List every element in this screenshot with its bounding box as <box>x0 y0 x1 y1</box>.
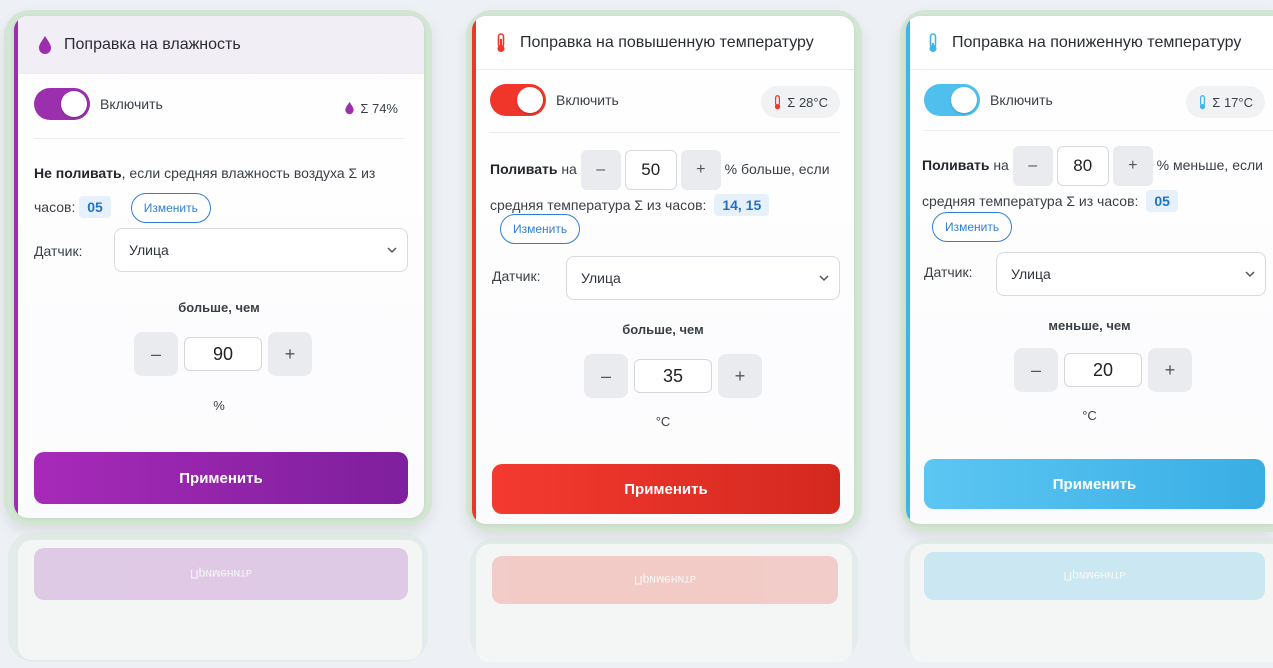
threshold-stepper: – 20 + <box>1014 348 1192 392</box>
hours-badge: 05 <box>1146 190 1178 212</box>
card-header: Поправка на повышенную температуру <box>472 16 854 70</box>
drop-icon <box>345 101 354 115</box>
compare-label: меньше, чем <box>1048 318 1131 333</box>
badge-value: Σ 74% <box>360 100 398 116</box>
condition-suffix: % больше, если <box>724 161 830 177</box>
high-temp-card: Поправка на повышенную температуру Включ… <box>472 16 854 524</box>
amount-increment-button[interactable]: + <box>680 150 721 191</box>
card-title: Поправка на пониженную температуру <box>952 33 1242 51</box>
change-hours-button[interactable]: Изменить <box>932 212 1013 242</box>
toggle-label: Включить <box>100 96 163 112</box>
hours-badge: 14, 15 <box>714 194 770 216</box>
sensor-select-value: Улица <box>581 270 621 286</box>
enable-toggle[interactable] <box>924 84 980 116</box>
apply-button[interactable]: Применить <box>924 459 1265 509</box>
increment-button[interactable]: + <box>1148 348 1192 392</box>
sensor-select[interactable]: Улица <box>114 228 408 272</box>
apply-button[interactable]: Применить <box>34 452 408 504</box>
increment-button[interactable]: + <box>718 354 762 398</box>
enable-toggle[interactable] <box>490 84 546 116</box>
condition-keyword: Не поливать <box>34 165 122 181</box>
enable-toggle[interactable] <box>34 88 90 120</box>
thermometer-cold-icon <box>1200 94 1206 109</box>
toggle-label: Включить <box>990 92 1053 108</box>
card-header: Поправка на влажность <box>14 16 424 74</box>
sensor-select[interactable]: Улица <box>996 252 1266 296</box>
apply-button-reflection: Применить <box>34 548 408 600</box>
card-accent-bar <box>906 16 910 524</box>
badge-value: Σ 17°C <box>1212 94 1253 110</box>
card-header: Поправка на пониженную температуру <box>906 16 1273 70</box>
thermometer-cold-icon <box>924 32 942 54</box>
apply-button-reflection: Применить <box>924 552 1265 600</box>
threshold-stepper: – 35 + <box>584 354 762 398</box>
sensor-label: Датчик: <box>34 243 83 259</box>
threshold-value[interactable]: 20 <box>1064 353 1142 387</box>
compare-label: больше, чем <box>178 300 260 315</box>
status-badge: Σ 17°C <box>1186 86 1265 118</box>
card-accent-bar <box>472 16 476 524</box>
card-accent-bar <box>14 16 18 518</box>
unit-label: % <box>213 398 225 413</box>
divider <box>490 132 840 133</box>
condition-suffix: % меньше, если <box>1156 157 1263 173</box>
amount-decrement-button[interactable]: – <box>580 150 621 191</box>
change-hours-button[interactable]: Изменить <box>130 193 211 224</box>
badge-value: Σ 28°C <box>787 94 828 110</box>
threshold-stepper: – 90 + <box>134 332 312 376</box>
condition-keyword: Поливать <box>922 157 990 173</box>
condition-text: Не поливать, если средняя влажность возд… <box>34 156 414 224</box>
increment-button[interactable]: + <box>268 332 312 376</box>
condition-keyword: Поливать <box>490 161 558 177</box>
hours-badge: 05 <box>79 196 111 218</box>
decrement-button[interactable]: – <box>1014 348 1058 392</box>
toggle-label: Включить <box>556 92 619 108</box>
card-title: Поправка на повышенную температуру <box>520 33 814 51</box>
humidity-card: Поправка на влажность Включить Σ 74% Не … <box>14 16 424 518</box>
apply-button-reflection: Применить <box>492 556 838 604</box>
divider <box>924 130 1273 131</box>
amount-value[interactable]: 80 <box>1056 146 1109 187</box>
divider <box>34 138 404 139</box>
condition-prefix: на <box>993 157 1009 173</box>
status-badge: Σ 74% <box>332 92 410 124</box>
low-temp-card: Поправка на пониженную температуру Включ… <box>906 16 1273 524</box>
drop-icon <box>36 34 54 56</box>
condition-description: средняя температура Σ из часов: <box>490 197 707 213</box>
amount-value[interactable]: 50 <box>624 150 677 191</box>
sensor-select[interactable]: Улица <box>566 256 840 300</box>
decrement-button[interactable]: – <box>584 354 628 398</box>
unit-label: °C <box>655 414 671 429</box>
apply-button[interactable]: Применить <box>492 464 840 514</box>
status-badge: Σ 28°C <box>761 86 840 118</box>
sensor-label: Датчик: <box>924 264 973 280</box>
threshold-value[interactable]: 35 <box>634 359 712 393</box>
chevron-down-icon <box>1245 271 1255 278</box>
threshold-value[interactable]: 90 <box>184 337 262 371</box>
card-title: Поправка на влажность <box>64 35 241 53</box>
amount-decrement-button[interactable]: – <box>1012 146 1053 187</box>
chevron-down-icon <box>387 247 397 254</box>
decrement-button[interactable]: – <box>134 332 178 376</box>
chevron-down-icon <box>819 275 829 282</box>
unit-label: °C <box>1082 408 1097 423</box>
condition-text: Поливать на –80 + % меньше, если <box>922 144 1272 187</box>
sensor-select-value: Улица <box>129 242 169 258</box>
thermometer-hot-icon <box>775 94 781 109</box>
sensor-label: Датчик: <box>492 268 541 284</box>
compare-label: больше, чем <box>622 322 704 337</box>
amount-increment-button[interactable]: + <box>1112 146 1153 187</box>
condition-description: средняя температура Σ из часов: <box>922 193 1139 209</box>
condition-text: Поливать на –50 + % больше, если <box>490 148 840 191</box>
thermometer-hot-icon <box>492 32 510 54</box>
condition-prefix: на <box>561 161 577 177</box>
sensor-select-value: Улица <box>1011 266 1051 282</box>
change-hours-button[interactable]: Изменить <box>500 214 581 244</box>
